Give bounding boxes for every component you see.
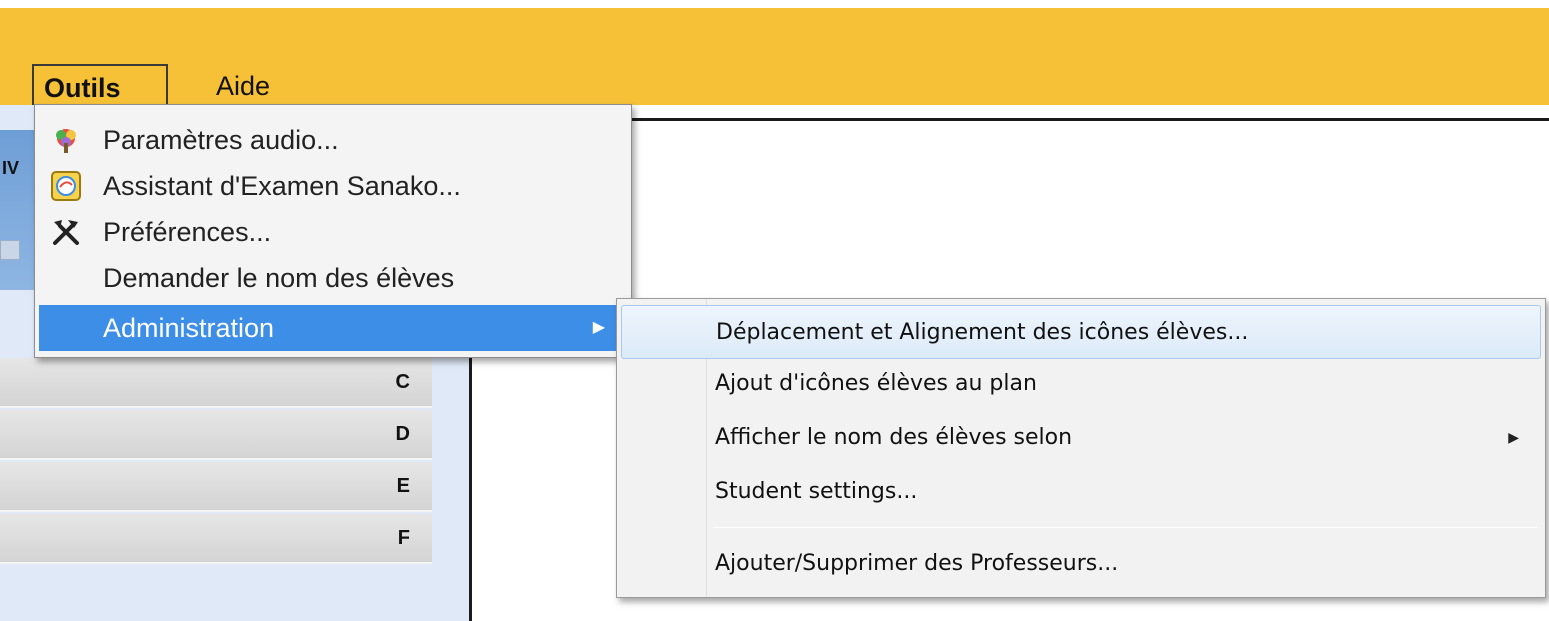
submenu-item-student-settings[interactable]: Student settings... [621, 465, 1541, 519]
window-top-edge [0, 0, 1549, 8]
submenu-item-add-student-icons[interactable]: Ajout d'icônes élèves au plan [621, 357, 1541, 411]
menu-item-label: Demander le nom des élèves [103, 263, 455, 293]
row-d[interactable]: D [0, 410, 432, 460]
left-pane-glyph: IV [2, 158, 20, 178]
tools-icon [49, 216, 83, 248]
submenu-item-move-align-icons[interactable]: Déplacement et Alignement des icônes élè… [621, 305, 1541, 359]
left-pane-header [0, 130, 36, 290]
menu-item-label: Préférences... [103, 217, 272, 247]
submenu-item-display-names-by[interactable]: Afficher le nom des élèves selon ▶ [621, 411, 1541, 465]
menu-item-exam-assistant[interactable]: Assistant d'Examen Sanako... [39, 163, 627, 209]
row-e[interactable]: E [0, 462, 432, 512]
menu-item-ask-student-names[interactable]: Demander le nom des élèves [39, 255, 627, 301]
submenu-item-label: Afficher le nom des élèves selon [715, 425, 1073, 450]
menubar: Outils Aide [0, 8, 1549, 112]
menu-item-label: Paramètres audio... [103, 125, 339, 155]
audio-settings-icon [49, 124, 83, 156]
administration-submenu: Déplacement et Alignement des icônes élè… [616, 298, 1546, 598]
menu-item-audio-settings[interactable]: Paramètres audio... [39, 117, 627, 163]
row-f[interactable]: F [0, 514, 432, 564]
menu-item-label: Administration [103, 313, 275, 343]
exam-assistant-icon [49, 170, 83, 202]
submenu-arrow-icon: ▶ [1508, 430, 1519, 446]
outils-dropdown: Paramètres audio... Assistant d'Examen S… [34, 104, 632, 358]
left-pane-tab[interactable] [0, 240, 20, 260]
right-pane-border [472, 118, 1549, 121]
submenu-separator [713, 527, 1537, 528]
submenu-item-add-remove-teachers[interactable]: Ajouter/Supprimer des Professeurs... [621, 537, 1541, 591]
menu-item-preferences[interactable]: Préférences... [39, 209, 627, 255]
menu-item-administration[interactable]: Administration ▶ [39, 305, 627, 351]
submenu-arrow-icon: ▶ [592, 319, 605, 336]
menu-item-label: Assistant d'Examen Sanako... [103, 171, 461, 201]
row-c[interactable]: C [0, 358, 432, 408]
